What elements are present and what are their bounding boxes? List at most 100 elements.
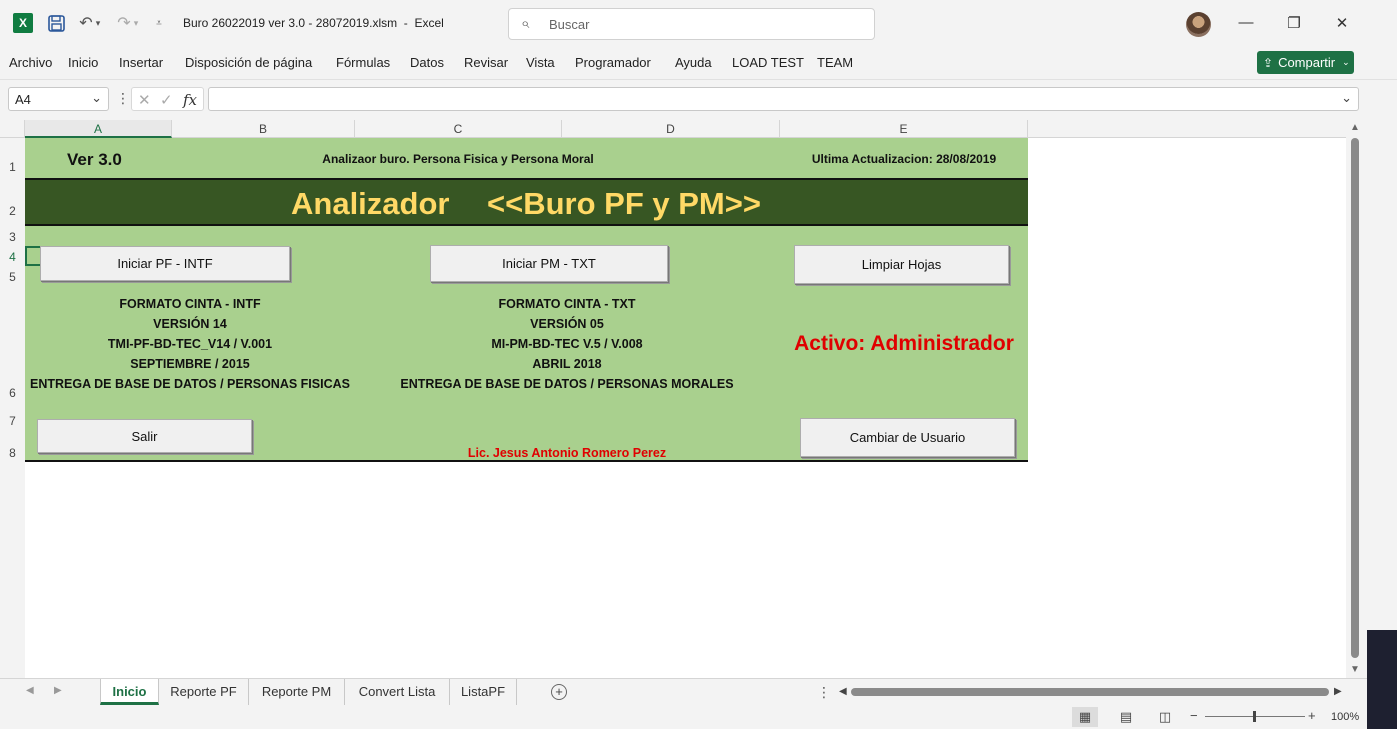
tab-formulas[interactable]: Fórmulas: [336, 55, 390, 70]
chevron-down-icon: ⌄: [1342, 57, 1350, 67]
row-header[interactable]: 2: [0, 204, 25, 218]
pm-info-line: FORMATO CINTA - TXT: [498, 297, 636, 311]
save-icon[interactable]: [45, 12, 67, 34]
minimize-icon[interactable]: —: [1236, 14, 1256, 34]
normal-view-icon[interactable]: ▦: [1072, 707, 1098, 727]
search-icon: ⌕: [521, 15, 530, 32]
name-box-value: A4: [15, 92, 31, 107]
status-bar: ▦ ▤ ◫ − + 100%: [0, 705, 1367, 729]
row-header[interactable]: 4: [0, 250, 25, 264]
tab-disposicion[interactable]: Disposición de página: [185, 55, 312, 70]
tab-listapf[interactable]: ListaPF: [450, 679, 517, 705]
scroll-left-icon[interactable]: ◀: [839, 686, 847, 697]
search-placeholder: Buscar: [549, 17, 590, 32]
pm-info-line: ENTREGA DE BASE DE DATOS / PERSONAS MORA…: [400, 377, 734, 391]
tab-reporte-pm[interactable]: Reporte PM: [249, 679, 345, 705]
redo-dropdown-icon[interactable]: ▾: [131, 12, 141, 34]
zoom-slider-knob[interactable]: [1253, 711, 1256, 722]
row-header[interactable]: 3: [0, 230, 25, 244]
window-title: Buro 26022019 ver 3.0 - 28072019.xlsm - …: [183, 16, 444, 30]
insert-function-icon[interactable]: fx: [183, 91, 197, 109]
row-header[interactable]: 6: [0, 386, 25, 400]
tab-load-test[interactable]: LOAD TEST: [732, 55, 804, 70]
scroll-down-icon[interactable]: ▼: [1350, 664, 1360, 675]
undo-dropdown-icon[interactable]: ▾: [93, 12, 103, 34]
column-headers: A B C D E: [0, 120, 1346, 138]
subtitle: Analizaor buro. Persona Fisica y Persona…: [322, 152, 594, 166]
more-options-icon[interactable]: ⋮: [116, 90, 130, 107]
app-title: Analizador: [291, 186, 450, 221]
last-update: Ultima Actualizacion: 28/08/2019: [811, 152, 997, 166]
customize-toolbar-icon[interactable]: ⩡: [151, 12, 167, 34]
column-header-d[interactable]: D: [562, 120, 780, 138]
page-break-icon[interactable]: ◫: [1152, 707, 1178, 727]
title-bar: X ↶ ▾ ↷ ▾ ⩡ Buro 26022019 ver 3.0 - 2807…: [0, 0, 1397, 48]
scroll-right-icon[interactable]: ▶: [1334, 686, 1342, 697]
pf-info-line: ENTREGA DE BASE DE DATOS / PERSONAS FISI…: [30, 377, 350, 391]
pf-info-line: FORMATO CINTA - INTF: [119, 297, 261, 311]
divider: [25, 460, 1028, 462]
tab-programador[interactable]: Programador: [575, 55, 651, 70]
ribbon-tabs: Archivo Inicio Insertar Disposición de p…: [0, 48, 1397, 78]
tab-team[interactable]: TEAM: [817, 55, 853, 70]
zoom-in-icon[interactable]: +: [1308, 708, 1316, 723]
chevron-down-icon[interactable]: ⌄: [91, 90, 102, 106]
version-label: Ver 3.0: [67, 150, 122, 169]
row-header[interactable]: 8: [0, 446, 25, 460]
enter-icon[interactable]: ✓: [160, 91, 173, 109]
author-credit: Lic. Jesus Antonio Romero Perez: [467, 446, 667, 460]
tab-prev-icon[interactable]: ◀: [26, 685, 34, 696]
column-header-a[interactable]: A: [25, 120, 172, 138]
zoom-level[interactable]: 100%: [1331, 711, 1359, 723]
tab-reporte-pf[interactable]: Reporte PF: [159, 679, 249, 705]
column-header-c[interactable]: C: [355, 120, 562, 138]
formula-tools: ✕ ✓ fx: [131, 87, 204, 111]
tab-datos[interactable]: Datos: [410, 55, 444, 70]
row-header[interactable]: 5: [0, 270, 25, 284]
restore-icon[interactable]: ❐: [1284, 14, 1304, 34]
tab-next-icon[interactable]: ▶: [54, 685, 62, 696]
share-button[interactable]: ⇪ Compartir ⌄: [1257, 51, 1354, 74]
cambiar-usuario-button[interactable]: Cambiar de Usuario: [800, 418, 1015, 457]
iniciar-pf-button[interactable]: Iniciar PF - INTF: [40, 246, 290, 281]
active-user-label: Activo: Administrador: [794, 332, 1014, 355]
salir-button[interactable]: Salir: [37, 419, 252, 453]
tab-revisar[interactable]: Revisar: [464, 55, 508, 70]
tab-convert-lista[interactable]: Convert Lista: [345, 679, 450, 705]
zoom-out-icon[interactable]: −: [1190, 708, 1198, 723]
worksheet-grid[interactable]: A B C D E 1 2 3 4 5 6 7 8 Ver 3.0 Analiz…: [0, 120, 1346, 678]
limpiar-hojas-button[interactable]: Limpiar Hojas: [794, 245, 1009, 284]
tab-vista[interactable]: Vista: [526, 55, 555, 70]
excel-app-icon: X: [13, 13, 33, 33]
cancel-icon[interactable]: ✕: [138, 91, 151, 109]
iniciar-pm-button[interactable]: Iniciar PM - TXT: [430, 245, 668, 282]
more-options-icon[interactable]: ⋮: [817, 684, 831, 701]
search-input[interactable]: ⌕ Buscar: [508, 8, 875, 40]
tab-archivo[interactable]: Archivo: [9, 55, 52, 70]
avatar[interactable]: [1186, 12, 1211, 37]
add-sheet-icon[interactable]: +: [551, 684, 567, 700]
tab-inicio[interactable]: Inicio: [68, 55, 98, 70]
row-header[interactable]: 7: [0, 414, 25, 428]
name-box[interactable]: A4 ⌄: [8, 87, 109, 111]
tab-ayuda[interactable]: Ayuda: [675, 55, 712, 70]
row-headers: 1 2 3 4 5 6 7 8: [0, 138, 25, 678]
desktop-edge: [1367, 630, 1397, 729]
tab-insertar[interactable]: Insertar: [119, 55, 163, 70]
expand-formula-icon[interactable]: ⌄: [1341, 90, 1352, 106]
page-layout-icon[interactable]: ▤: [1113, 707, 1139, 727]
share-label: Compartir: [1278, 55, 1336, 70]
select-all-corner[interactable]: [0, 120, 25, 138]
pf-info-line: SEPTIEMBRE / 2015: [130, 357, 250, 371]
scroll-thumb[interactable]: [1351, 138, 1359, 658]
scroll-up-icon[interactable]: ▲: [1350, 122, 1360, 133]
column-header-b[interactable]: B: [172, 120, 355, 138]
column-header-e[interactable]: E: [780, 120, 1028, 138]
horizontal-scrollbar[interactable]: [851, 688, 1329, 696]
share-icon: ⇪: [1263, 55, 1274, 70]
close-icon[interactable]: ✕: [1332, 14, 1352, 34]
vertical-scrollbar[interactable]: ▲ ▼: [1347, 120, 1363, 678]
tab-inicio-sheet[interactable]: Inicio: [100, 679, 159, 705]
formula-input[interactable]: ⌄: [208, 87, 1359, 111]
row-header[interactable]: 1: [0, 160, 25, 174]
